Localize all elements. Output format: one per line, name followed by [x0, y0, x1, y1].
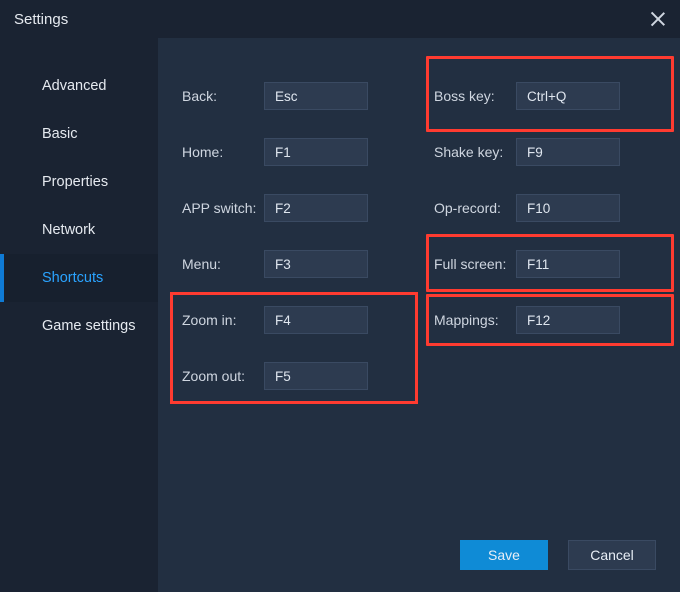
shortcut-row-app-switch: APP switch: — [182, 190, 404, 226]
sidebar-item-game-settings[interactable]: Game settings — [0, 302, 158, 350]
shortcut-row-full-screen: Full screen: — [434, 246, 656, 282]
titlebar: Settings — [0, 0, 680, 38]
shortcut-label: Mappings: — [434, 312, 516, 328]
save-button[interactable]: Save — [460, 540, 548, 570]
sidebar-item-shortcuts[interactable]: Shortcuts — [0, 254, 158, 302]
shortcut-row-back: Back: — [182, 78, 404, 114]
sidebar-item-network[interactable]: Network — [0, 206, 158, 254]
shortcut-row-boss-key: Boss key: — [434, 78, 656, 114]
shortcut-label: Boss key: — [434, 88, 516, 104]
sidebar-item-basic[interactable]: Basic — [0, 110, 158, 158]
shortcut-row-zoom-out: Zoom out: — [182, 358, 404, 394]
sidebar-item-label: Advanced — [42, 78, 107, 94]
sidebar-item-label: Basic — [42, 126, 77, 142]
shortcut-label: Op-record: — [434, 200, 516, 216]
sidebar-item-properties[interactable]: Properties — [0, 158, 158, 206]
shortcut-label: Shake key: — [434, 144, 516, 160]
sidebar: Advanced Basic Properties Network Shortc… — [0, 38, 158, 592]
shortcut-row-menu: Menu: — [182, 246, 404, 282]
shortcut-row-shake-key: Shake key: — [434, 134, 656, 170]
shortcut-label: Menu: — [182, 256, 264, 272]
shortcut-label: Full screen: — [434, 256, 516, 272]
shortcut-row-mappings: Mappings: — [434, 302, 656, 338]
shortcut-label: Zoom in: — [182, 312, 264, 328]
shortcut-label: Home: — [182, 144, 264, 160]
close-icon[interactable] — [650, 11, 666, 27]
shortcut-input-mappings[interactable] — [516, 306, 620, 334]
shortcuts-grid: Back: Boss key: Home: Shake key: APP switch:… — [182, 78, 656, 394]
shortcut-input-menu[interactable] — [264, 250, 368, 278]
shortcut-row-home: Home: — [182, 134, 404, 170]
shortcut-input-home[interactable] — [264, 138, 368, 166]
shortcut-row-zoom-in: Zoom in: — [182, 302, 404, 338]
sidebar-item-label: Properties — [42, 174, 108, 190]
window-title: Settings — [14, 11, 68, 28]
cancel-button[interactable]: Cancel — [568, 540, 656, 570]
sidebar-item-label: Shortcuts — [42, 270, 103, 286]
shortcut-input-app-switch[interactable] — [264, 194, 368, 222]
shortcut-input-zoom-in[interactable] — [264, 306, 368, 334]
shortcut-input-shake-key[interactable] — [516, 138, 620, 166]
shortcut-input-boss-key[interactable] — [516, 82, 620, 110]
sidebar-item-advanced[interactable]: Advanced — [0, 62, 158, 110]
shortcut-row-op-record: Op-record: — [434, 190, 656, 226]
shortcut-input-full-screen[interactable] — [516, 250, 620, 278]
shortcut-input-op-record[interactable] — [516, 194, 620, 222]
sidebar-item-label: Game settings — [42, 318, 136, 334]
footer-buttons: Save Cancel — [460, 540, 656, 570]
shortcut-label: Zoom out: — [182, 368, 264, 384]
content-panel: Back: Boss key: Home: Shake key: APP switch:… — [158, 38, 680, 592]
shortcut-label: APP switch: — [182, 200, 264, 216]
sidebar-item-label: Network — [42, 222, 95, 238]
shortcut-input-back[interactable] — [264, 82, 368, 110]
shortcut-input-zoom-out[interactable] — [264, 362, 368, 390]
shortcut-label: Back: — [182, 88, 264, 104]
